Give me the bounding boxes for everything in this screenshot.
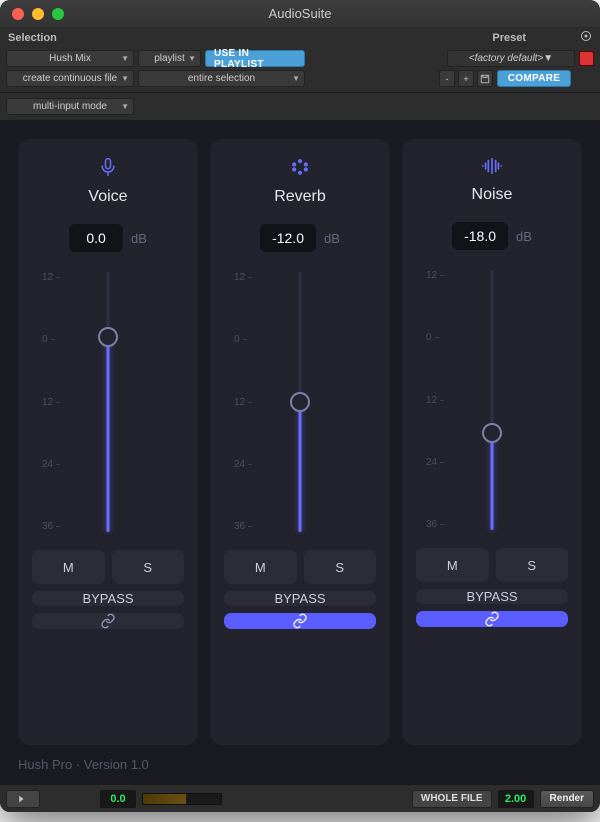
tick-label: 24 <box>426 457 444 468</box>
save-preset-button[interactable] <box>477 70 493 87</box>
tick-label: 12 <box>42 397 60 408</box>
slider-thumb[interactable] <box>482 423 502 443</box>
channel-voice: Voice 0.0 dB 12 0 12 24 36 MS BYPASS <box>18 139 198 745</box>
window-title: AudioSuite <box>0 6 600 21</box>
channels-row: Voice0.0dB120122436MSBYPASSReverb-12.0dB… <box>0 121 600 753</box>
wave-icon <box>481 157 503 178</box>
selection-label: Selection <box>8 32 57 44</box>
bottom-bar: 0.0 WHOLE FILE 2.00 Render <box>0 784 600 812</box>
use-in-playlist-button[interactable]: USE IN PLAYLIST <box>205 50 305 67</box>
handle-readout[interactable]: 2.00 <box>498 790 534 808</box>
preset-label: Preset <box>492 32 526 44</box>
solo-button[interactable]: S <box>496 548 569 582</box>
tick-label: 12 <box>234 397 252 408</box>
preview-button[interactable] <box>6 790 40 808</box>
bypass-button[interactable]: BYPASS <box>224 591 376 606</box>
level-meter <box>142 793 222 805</box>
input-mode-dropdown[interactable]: multi-input mode▼ <box>6 98 134 115</box>
db-unit-label: dB <box>516 229 532 244</box>
create-file-dropdown[interactable]: create continuous file▼ <box>6 70 134 87</box>
plugin-footer-label: Hush Pro · Version 1.0 <box>0 753 600 784</box>
preset-next-button[interactable]: + <box>458 70 474 87</box>
solo-button[interactable]: S <box>112 550 185 584</box>
tick-label: 36 <box>426 519 444 530</box>
titlebar: AudioSuite <box>0 0 600 27</box>
channel-noise: Noise -18.0 dB 12 0 12 24 36 MS BYPASS <box>402 139 582 745</box>
tick-label: 36 <box>42 521 60 532</box>
tick-label: 24 <box>234 459 252 470</box>
tick-label: 12 <box>426 395 444 406</box>
whole-file-button[interactable]: WHOLE FILE <box>412 790 492 808</box>
db-value-input[interactable]: 0.0 <box>69 224 123 252</box>
link-button[interactable] <box>224 613 376 629</box>
tick-label: 0 <box>426 332 444 343</box>
solo-button[interactable]: S <box>304 550 377 584</box>
channel-title: Noise <box>472 186 513 204</box>
plugin-body: Voice0.0dB120122436MSBYPASSReverb-12.0dB… <box>0 121 600 784</box>
preset-settings-icon[interactable] <box>580 30 592 45</box>
preset-dropdown[interactable]: <factory default>▼ <box>447 50 575 67</box>
plugin-dropdown[interactable]: Hush Mix▼ <box>6 50 134 67</box>
level-readout: 0.0 <box>100 790 136 808</box>
selection-mode-dropdown[interactable]: entire selection▼ <box>138 70 305 87</box>
link-icon <box>292 613 308 629</box>
channel-reverb: Reverb -12.0 dB 12 0 12 24 36 MS BYPASS <box>210 139 390 745</box>
mute-button[interactable]: M <box>32 550 105 584</box>
record-target-button[interactable] <box>579 51 594 66</box>
link-icon <box>484 611 500 627</box>
channel-title: Voice <box>88 188 127 206</box>
chevron-down-icon: ▼ <box>121 74 129 83</box>
link-button[interactable] <box>416 611 568 627</box>
preset-prev-button[interactable]: - <box>439 70 455 87</box>
bypass-button[interactable]: BYPASS <box>416 589 568 604</box>
audiosuite-window: AudioSuite Selection Preset Hush Mix▼ pl… <box>0 0 600 812</box>
tick-label: 0 <box>234 334 252 345</box>
mute-button[interactable]: M <box>224 550 297 584</box>
bypass-button[interactable]: BYPASS <box>32 591 184 606</box>
db-unit-label: dB <box>131 231 147 246</box>
preset-nav: - + <box>439 70 493 87</box>
chevron-down-icon: ▼ <box>292 74 300 83</box>
mic-icon <box>98 157 118 180</box>
link-button[interactable] <box>32 613 184 629</box>
chevron-down-icon: ▼ <box>121 102 129 111</box>
chevron-down-icon: ▼ <box>121 54 129 63</box>
chevron-down-icon: ▼ <box>188 54 196 63</box>
db-unit-label: dB <box>324 231 340 246</box>
gain-slider[interactable]: 12 0 12 24 36 <box>224 272 376 532</box>
hex-icon <box>290 157 310 180</box>
link-icon <box>100 613 116 629</box>
gain-slider[interactable]: 12 0 12 24 36 <box>32 272 184 532</box>
render-button[interactable]: Render <box>540 790 594 808</box>
header-area: Selection Preset Hush Mix▼ playlist▼ USE… <box>0 27 600 93</box>
tick-label: 24 <box>42 459 60 470</box>
db-value-input[interactable]: -12.0 <box>260 224 316 252</box>
tick-label: 12 <box>234 272 252 283</box>
slider-thumb[interactable] <box>98 327 118 347</box>
channel-title: Reverb <box>274 188 326 206</box>
mute-button[interactable]: M <box>416 548 489 582</box>
tick-label: 36 <box>234 521 252 532</box>
sub-header: multi-input mode▼ <box>0 93 600 121</box>
tick-label: 0 <box>42 334 60 345</box>
tick-label: 12 <box>42 272 60 283</box>
chevron-down-icon: ▼ <box>543 53 553 64</box>
slider-thumb[interactable] <box>290 392 310 412</box>
tick-label: 12 <box>426 270 444 281</box>
compare-button[interactable]: COMPARE <box>497 70 571 87</box>
db-value-input[interactable]: -18.0 <box>452 222 508 250</box>
gain-slider[interactable]: 12 0 12 24 36 <box>416 270 568 530</box>
playlist-dropdown[interactable]: playlist▼ <box>138 50 201 67</box>
